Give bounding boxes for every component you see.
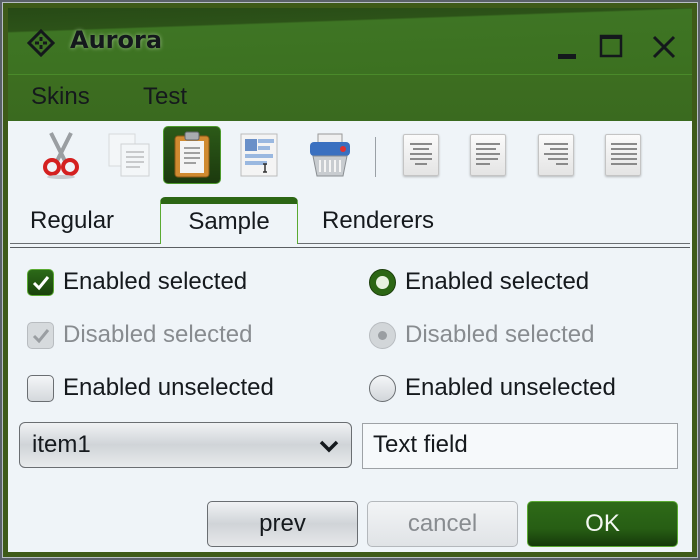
item-combobox[interactable]: item1	[19, 422, 352, 468]
tab-panel-border	[10, 247, 690, 248]
select-all-button[interactable]	[230, 126, 288, 184]
tab-bar: Regular Sample Renderers	[8, 193, 692, 245]
radio-enabled-selected[interactable]: Enabled selected	[369, 268, 589, 296]
checkbox-enabled-unselected[interactable]: Enabled unselected	[27, 374, 274, 402]
maximize-button[interactable]	[599, 34, 625, 60]
app-window: Aurora Skins Test Regular Sample Rendere…	[2, 2, 698, 558]
toolbar-separator	[375, 137, 376, 177]
radio-enabled-unselected[interactable]: Enabled unselected	[369, 374, 616, 402]
copy-button[interactable]	[100, 126, 158, 184]
radio-disabled-selected: Disabled selected	[369, 321, 594, 349]
menu-test[interactable]: Test	[143, 83, 187, 111]
cut-button[interactable]	[32, 126, 90, 184]
tab-divider	[10, 243, 690, 244]
radio-label: Enabled selected	[405, 268, 590, 295]
cancel-button: cancel	[367, 501, 518, 547]
close-button[interactable]	[651, 34, 677, 60]
combobox-value: item1	[32, 431, 91, 458]
tab-regular[interactable]: Regular	[30, 199, 114, 243]
app-logo-icon	[27, 29, 55, 57]
radio-selected-disabled-icon	[369, 321, 396, 349]
checkbox-label: Disabled selected	[63, 321, 253, 348]
delete-button[interactable]	[301, 126, 359, 184]
ok-button[interactable]: OK	[527, 501, 678, 547]
text-select-icon	[240, 133, 278, 177]
checkbox-label: Enabled unselected	[63, 374, 274, 401]
align-center-button[interactable]	[392, 126, 450, 184]
align-left-icon	[470, 134, 506, 176]
checkbox-enabled-selected[interactable]: Enabled selected	[27, 268, 247, 296]
radio-label: Enabled unselected	[405, 374, 616, 401]
tab-renderers[interactable]: Renderers	[322, 199, 434, 243]
checkbox-disabled-selected: Disabled selected	[27, 321, 252, 349]
minimize-button[interactable]	[556, 34, 582, 60]
align-right-icon	[538, 134, 574, 176]
paste-button[interactable]	[163, 126, 221, 184]
close-icon	[652, 35, 676, 59]
window-title: Aurora	[70, 26, 163, 54]
chevron-down-icon	[319, 440, 339, 453]
radio-label: Disabled selected	[405, 321, 595, 348]
minimize-icon	[558, 54, 576, 59]
copy-icon	[108, 133, 150, 177]
clipboard-icon	[174, 131, 210, 178]
align-left-button[interactable]	[459, 126, 517, 184]
align-center-icon	[403, 134, 439, 176]
align-justify-icon	[605, 134, 641, 176]
radio-unselected-icon	[369, 374, 396, 402]
scissors-icon	[43, 132, 79, 179]
radio-selected-icon	[369, 268, 396, 296]
shredder-icon	[310, 133, 350, 177]
checkbox-unchecked-icon	[27, 374, 54, 402]
content-panel: Regular Sample Renderers Enabled selecte…	[8, 121, 692, 552]
tab-sample[interactable]: Sample	[160, 197, 298, 244]
checkbox-checked-icon	[27, 268, 54, 296]
menu-skins[interactable]: Skins	[31, 83, 90, 111]
menu-bar: Skins Test	[8, 74, 692, 121]
align-justify-button[interactable]	[594, 126, 652, 184]
text-field[interactable]: Text field	[362, 423, 678, 469]
align-right-button[interactable]	[527, 126, 585, 184]
checkbox-checked-disabled-icon	[27, 321, 54, 349]
prev-button[interactable]: prev	[207, 501, 358, 547]
checkbox-label: Enabled selected	[63, 268, 248, 295]
maximize-icon	[599, 34, 623, 58]
title-bar[interactable]: Aurora	[8, 8, 692, 74]
